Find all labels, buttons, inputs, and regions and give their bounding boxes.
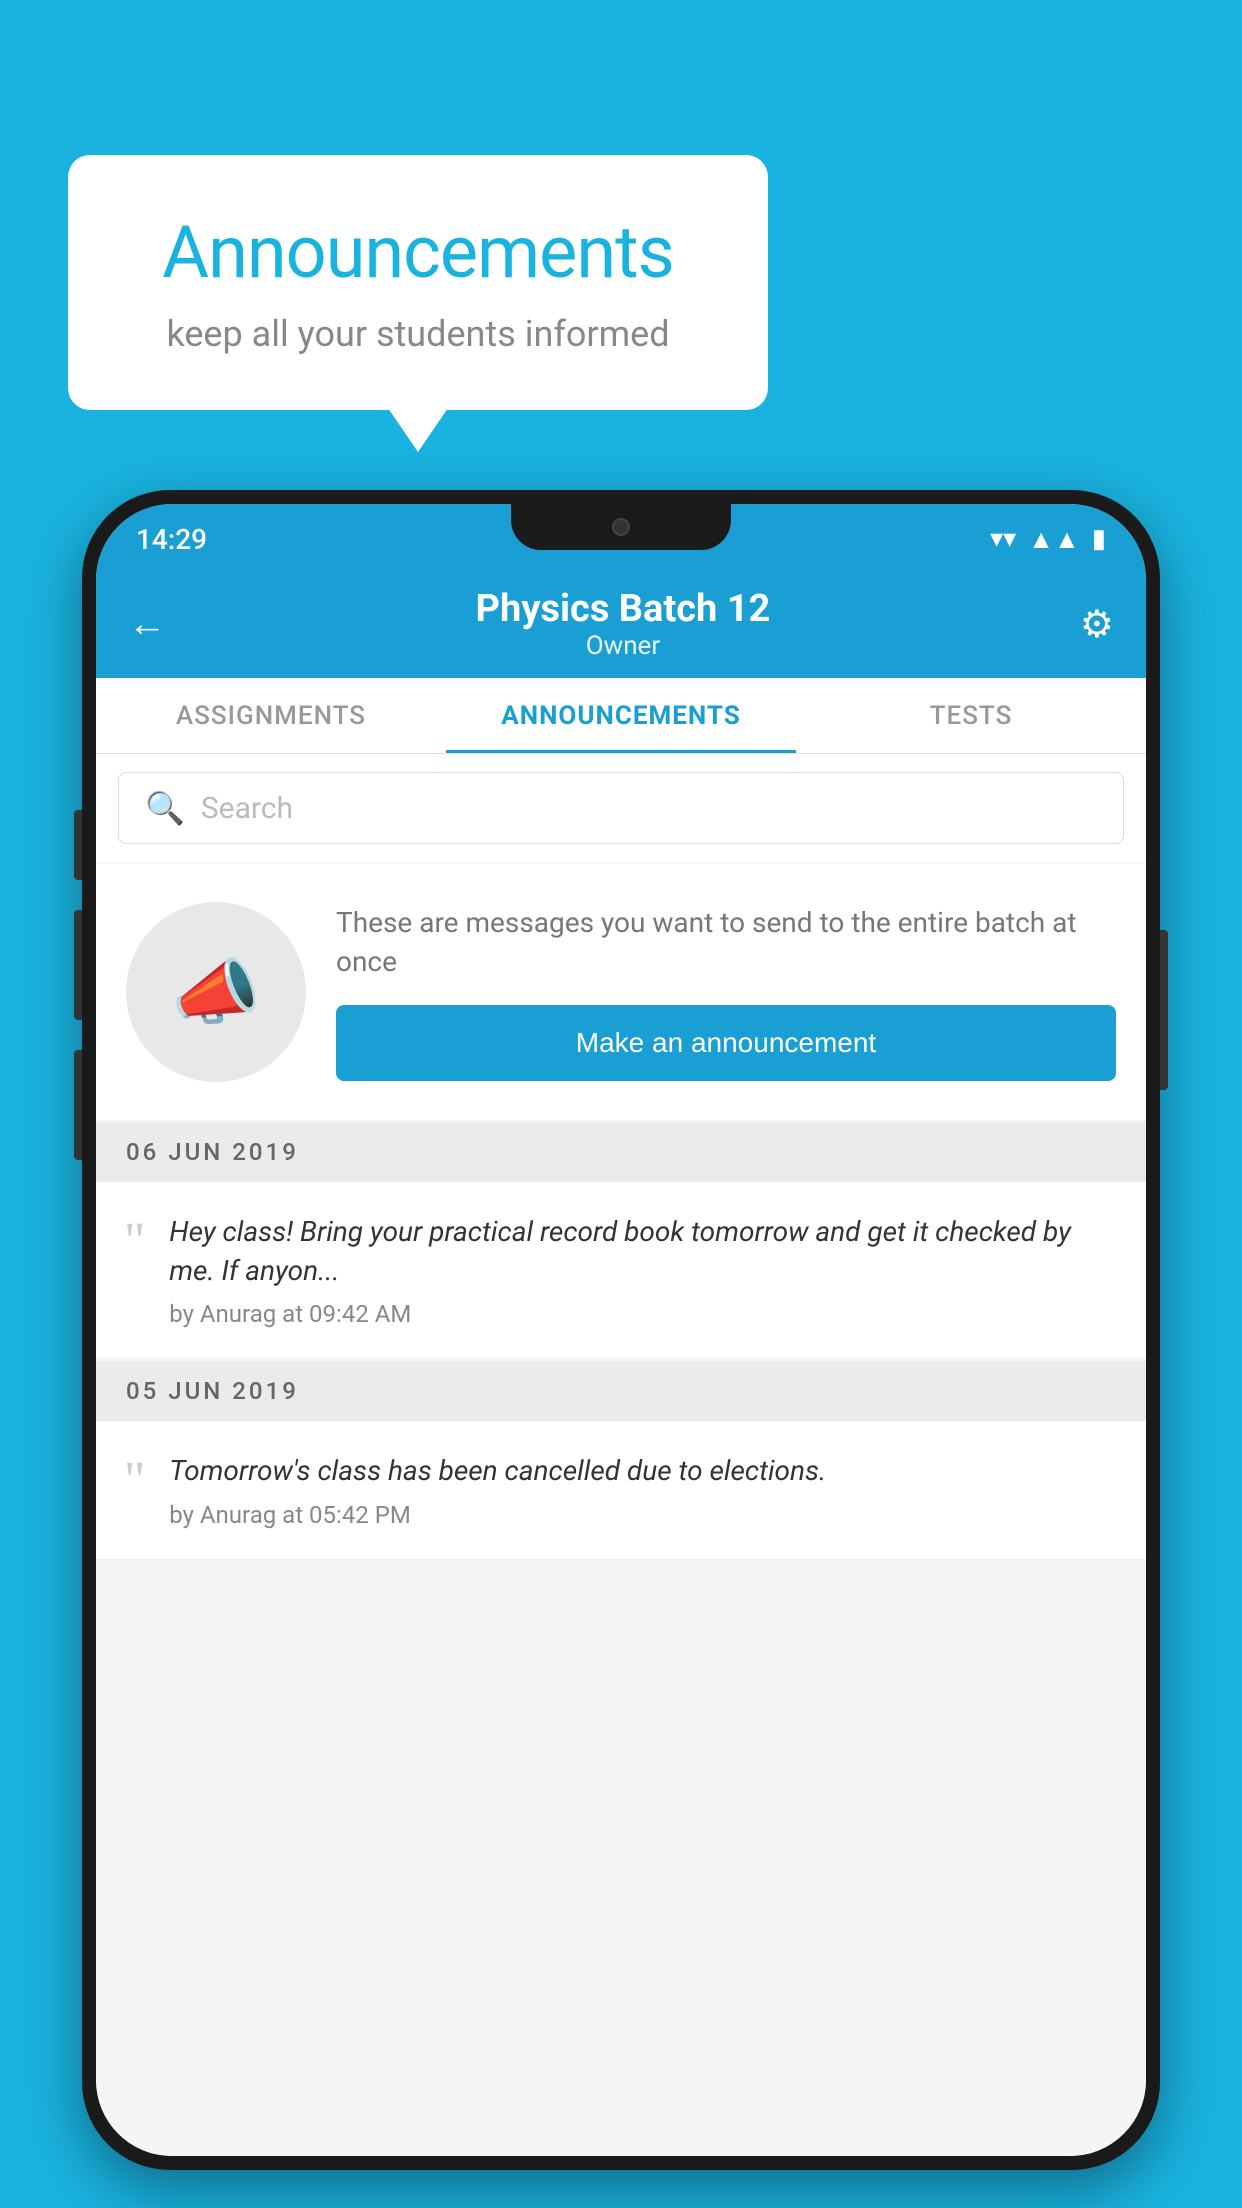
quote-icon-2: " xyxy=(124,1455,145,1507)
search-placeholder: Search xyxy=(201,791,293,826)
status-time: 14:29 xyxy=(136,523,207,556)
speech-bubble-container: Announcements keep all your students inf… xyxy=(68,155,768,410)
quote-icon-1: " xyxy=(124,1216,145,1268)
promo-right: These are messages you want to send to t… xyxy=(336,903,1116,1081)
promo-description: These are messages you want to send to t… xyxy=(336,903,1116,981)
megaphone-circle: 📣 xyxy=(126,902,306,1082)
side-button-vol-up xyxy=(74,910,82,1020)
signal-icon: ▲▲ xyxy=(1028,524,1079,555)
announcement-content-2: Tomorrow's class has been cancelled due … xyxy=(169,1451,1118,1528)
content-area: 🔍 Search 📣 These are messages you want t… xyxy=(96,754,1146,2156)
phone-mockup: 14:29 ▾▾ ▲▲ ▮ ← Physics Batch 12 Owner ⚙ xyxy=(82,490,1160,2170)
make-announcement-button[interactable]: Make an announcement xyxy=(336,1005,1116,1081)
bubble-subtitle: keep all your students informed xyxy=(128,313,708,355)
promo-card: 📣 These are messages you want to send to… xyxy=(96,864,1146,1120)
wifi-icon: ▾▾ xyxy=(990,524,1016,554)
announcement-content-1: Hey class! Bring your practical record b… xyxy=(169,1212,1118,1328)
announcement-item-2[interactable]: " Tomorrow's class has been cancelled du… xyxy=(96,1421,1146,1559)
phone-notch xyxy=(511,504,731,550)
bubble-title: Announcements xyxy=(128,210,708,295)
app-header: ← Physics Batch 12 Owner ⚙ xyxy=(96,570,1146,678)
search-bar[interactable]: 🔍 Search xyxy=(118,772,1124,844)
phone-screen: 14:29 ▾▾ ▲▲ ▮ ← Physics Batch 12 Owner ⚙ xyxy=(96,504,1146,2156)
date-separator-2: 05 JUN 2019 xyxy=(96,1361,1146,1421)
announcement-meta-1: by Anurag at 09:42 AM xyxy=(169,1300,1118,1328)
side-button-vol-down xyxy=(74,1050,82,1160)
announcement-text-2: Tomorrow's class has been cancelled due … xyxy=(169,1451,1118,1490)
header-title: Physics Batch 12 xyxy=(476,587,771,631)
search-container: 🔍 Search xyxy=(96,754,1146,862)
camera xyxy=(612,518,630,536)
announcement-item-1[interactable]: " Hey class! Bring your practical record… xyxy=(96,1182,1146,1359)
tabs-container: ASSIGNMENTS ANNOUNCEMENTS TESTS xyxy=(96,678,1146,754)
side-button-vol-toggle xyxy=(74,810,82,880)
side-button-power xyxy=(1160,930,1168,1090)
settings-icon[interactable]: ⚙ xyxy=(1080,602,1114,647)
megaphone-icon: 📣 xyxy=(171,950,261,1035)
announcement-meta-2: by Anurag at 05:42 PM xyxy=(169,1501,1118,1529)
tab-announcements[interactable]: ANNOUNCEMENTS xyxy=(446,678,796,753)
tab-tests[interactable]: TESTS xyxy=(796,678,1146,753)
phone-outer: 14:29 ▾▾ ▲▲ ▮ ← Physics Batch 12 Owner ⚙ xyxy=(82,490,1160,2170)
status-icons: ▾▾ ▲▲ ▮ xyxy=(990,524,1106,555)
header-center: Physics Batch 12 Owner xyxy=(476,587,771,661)
battery-icon: ▮ xyxy=(1092,524,1106,554)
announcement-text-1: Hey class! Bring your practical record b… xyxy=(169,1212,1118,1290)
speech-bubble: Announcements keep all your students inf… xyxy=(68,155,768,410)
date-separator-1: 06 JUN 2019 xyxy=(96,1122,1146,1182)
search-icon: 🔍 xyxy=(145,789,185,827)
tab-assignments[interactable]: ASSIGNMENTS xyxy=(96,678,446,753)
back-button[interactable]: ← xyxy=(128,602,166,646)
header-subtitle: Owner xyxy=(476,631,771,661)
